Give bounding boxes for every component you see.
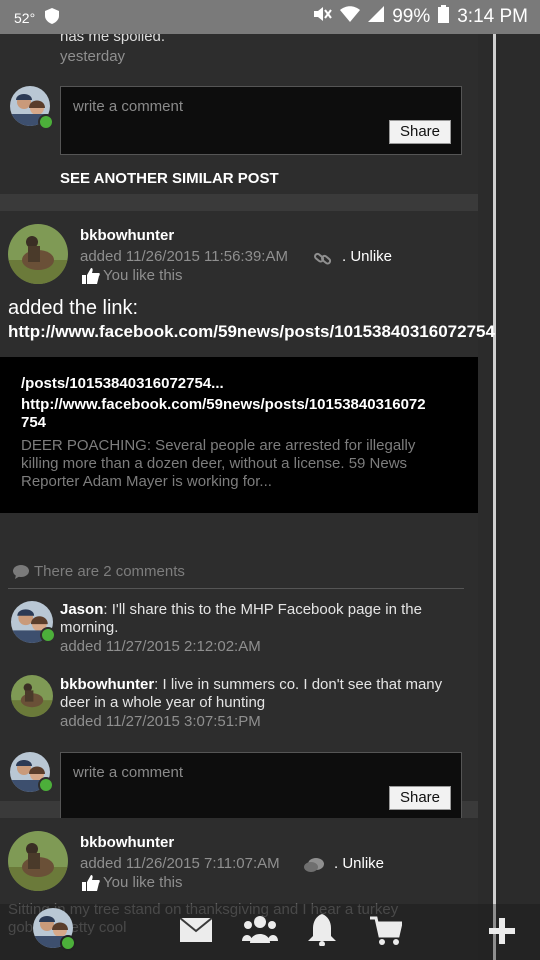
- author-name[interactable]: bkbowhunter: [80, 834, 174, 851]
- online-indicator: [38, 777, 54, 793]
- comment-body: Jason: I'll share this to the MHP Facebo…: [60, 601, 450, 637]
- author-avatar: [8, 224, 68, 284]
- preview-title: /posts/10153840316072754...: [21, 375, 224, 392]
- right-panel: [478, 34, 540, 960]
- you-like-this: You like this: [103, 267, 183, 284]
- you-like-this: You like this: [103, 874, 183, 891]
- post-link[interactable]: http://www.facebook.com/59news/posts/101…: [8, 322, 495, 342]
- comment-count: There are 2 comments: [34, 563, 185, 580]
- mail-icon[interactable]: [179, 917, 213, 947]
- shield-icon: [45, 8, 60, 27]
- post-card: bkbowhunter added 11/26/2015 11:56:39:AM…: [0, 211, 495, 821]
- comment-box: Share: [60, 86, 462, 155]
- wifi-icon: [340, 6, 361, 28]
- comment-box: Share: [60, 752, 462, 821]
- bottom-nav: [0, 904, 540, 960]
- commenter-name[interactable]: Jason: [60, 601, 103, 618]
- online-indicator: [60, 935, 76, 951]
- see-similar-post-link[interactable]: SEE ANOTHER SIMILAR POST: [60, 170, 279, 187]
- previous-post-card: has me spoiled. yesterday Share SEE ANOT…: [0, 34, 478, 194]
- online-indicator: [40, 627, 56, 643]
- author-name[interactable]: bkbowhunter: [80, 227, 174, 244]
- temperature: 52°: [14, 9, 36, 26]
- battery-percent: 99%: [392, 6, 431, 27]
- post-body: added the link:: [8, 297, 139, 319]
- plus-icon[interactable]: [489, 918, 515, 949]
- comment-bubble-icon: [13, 565, 29, 584]
- thumbs-up-icon: [82, 875, 100, 896]
- comment-input[interactable]: [71, 763, 375, 782]
- app-content: has me spoiled. yesterday Share SEE ANOT…: [0, 34, 540, 960]
- preview-url: http://www.facebook.com/59news/posts/101…: [21, 396, 426, 431]
- commenter-name[interactable]: bkbowhunter: [60, 676, 154, 693]
- comment-time: added 11/27/2015 3:07:51:PM: [60, 713, 261, 730]
- comment-time: yesterday: [60, 48, 126, 65]
- clock: 3:14 PM: [457, 6, 528, 27]
- link-icon: [314, 249, 332, 272]
- comment-text-partial: has me spoiled.: [60, 34, 166, 45]
- online-indicator: [38, 114, 54, 130]
- comment-text: : I'll share this to the MHP Facebook pa…: [60, 601, 422, 636]
- post-timestamp: added 11/26/2015 11:56:39:AM: [80, 248, 288, 265]
- commenter-avatar: [11, 675, 53, 717]
- thumbs-up-icon: [82, 268, 100, 289]
- comment-time: added 11/27/2015 2:12:02:AM: [60, 638, 261, 655]
- divider: [8, 588, 464, 589]
- status-bar: 52° 99% 3:14 PM: [0, 0, 540, 34]
- link-preview[interactable]: /posts/10153840316072754... http://www.f…: [0, 357, 478, 513]
- people-icon[interactable]: [242, 913, 278, 950]
- unlike-button[interactable]: . Unlike: [334, 855, 384, 872]
- battery-icon: [438, 5, 450, 29]
- share-button[interactable]: Share: [388, 786, 451, 810]
- comment-body: bkbowhunter: I live in summers co. I don…: [60, 676, 450, 712]
- bell-icon[interactable]: [307, 914, 337, 951]
- preview-description: DEER POACHING: Several people are arrest…: [21, 437, 416, 490]
- comment-bubble-icon: [304, 858, 324, 879]
- unlike-button[interactable]: . Unlike: [342, 248, 392, 265]
- mute-icon: [312, 5, 333, 29]
- comment-input[interactable]: [71, 97, 375, 116]
- cart-icon[interactable]: [370, 916, 403, 951]
- author-avatar: [8, 831, 68, 891]
- share-button[interactable]: Share: [388, 120, 451, 144]
- signal-icon: [368, 6, 385, 28]
- post-timestamp: added 11/26/2015 7:11:07:AM: [80, 855, 280, 872]
